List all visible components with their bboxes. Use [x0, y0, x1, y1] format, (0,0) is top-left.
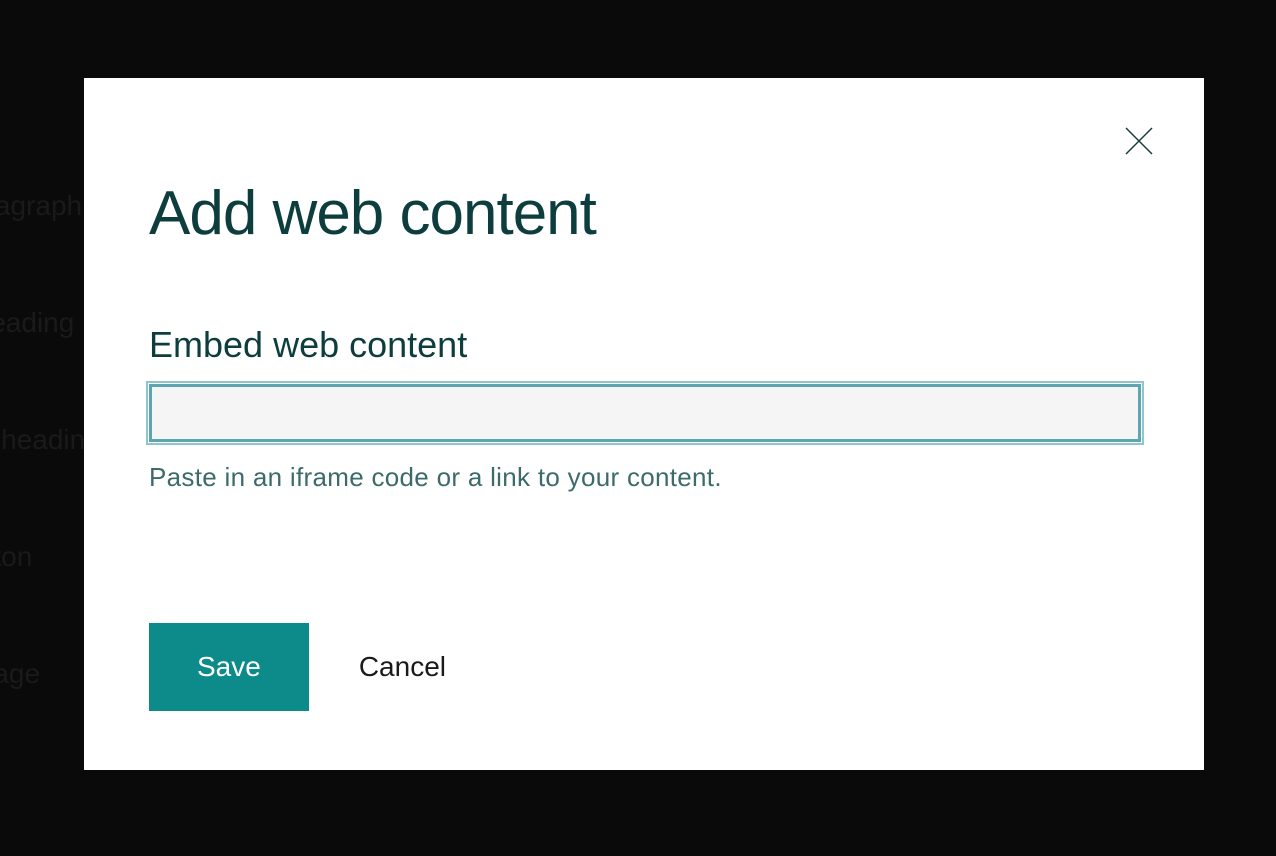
save-button[interactable]: Save — [149, 623, 309, 711]
embed-field-label: Embed web content — [149, 324, 1139, 366]
button-row: Save Cancel — [149, 623, 1139, 711]
add-web-content-modal: Add web content Embed web content Paste … — [84, 78, 1204, 770]
modal-content: Add web content Embed web content Paste … — [84, 78, 1204, 776]
embed-input[interactable] — [149, 384, 1141, 442]
modal-title: Add web content — [149, 178, 1139, 249]
close-icon[interactable] — [1124, 126, 1154, 156]
embed-field-hint: Paste in an iframe code or a link to you… — [149, 462, 1139, 493]
cancel-button[interactable]: Cancel — [359, 651, 446, 683]
